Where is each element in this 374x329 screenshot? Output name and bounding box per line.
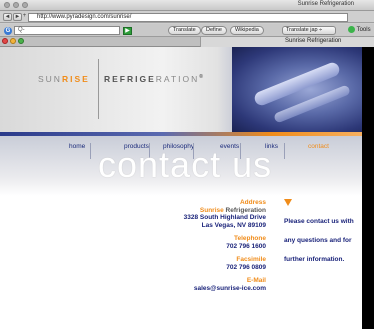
navigation-bar: ◄ ► + http://www.pyradesign.com/sunrise/ (0, 11, 374, 23)
window-controls (4, 2, 28, 8)
contact-message-line: any questions and for (284, 237, 352, 244)
tab-bar-controls (2, 38, 24, 44)
logo-text: SUN (38, 74, 62, 84)
registered-mark: ® (199, 74, 205, 81)
page-title: contact us (98, 144, 273, 185)
address-bar[interactable]: http://www.pyradesign.com/sunrise/ (28, 13, 348, 22)
tab-sunrise-refrigeration[interactable]: Sunrise Refrigeration (200, 37, 374, 47)
yellow-dot-icon[interactable] (10, 38, 16, 44)
company-name-rest: Refrigeration (225, 206, 266, 214)
menu-contact[interactable]: contact (308, 143, 329, 150)
menu-divider (284, 143, 285, 159)
google-icon[interactable]: G (4, 27, 12, 35)
tools-label: Tools (356, 27, 371, 34)
define-button[interactable]: Define (201, 26, 227, 35)
facsimile-value: 702 796 0809 (226, 263, 266, 271)
logo-text: RATION (155, 74, 200, 84)
tools-menu[interactable]: Tools (348, 26, 371, 35)
green-dot-icon[interactable] (18, 38, 24, 44)
facsimile-label: Facsimile (236, 256, 266, 263)
company-name-first: Sunrise (199, 206, 224, 214)
logo-text-bold: REFRIGE (104, 74, 156, 84)
arrow-down-icon (284, 199, 292, 206)
contact-message-line: further information. (284, 256, 345, 263)
telephone-label: Telephone (233, 235, 266, 242)
search-go-button[interactable]: ▶ (123, 27, 132, 35)
logo-divider (98, 59, 99, 119)
zoom-window-button[interactable] (22, 2, 28, 8)
translate-language-select[interactable]: Translate jap ÷ (282, 26, 336, 35)
company-name: Sunrise Refrigeration (120, 207, 266, 215)
right-margin (362, 47, 374, 329)
city-address: Las Vegas, NV 89109 (201, 221, 266, 229)
minimize-window-button[interactable] (13, 2, 19, 8)
contact-message: Please contact us with any questions and… (284, 212, 362, 269)
header-photo (232, 47, 362, 132)
forward-button[interactable]: ► (13, 13, 22, 21)
search-toolbar: G Q- ▶ Translate Define Wikipedia Transl… (0, 24, 374, 37)
url-text: http://www.pyradesign.com/sunrise/ (37, 14, 132, 20)
web-page: SUNRISE REFRIGERATION® home products phi… (0, 47, 362, 329)
title-bar: Sunrise Refrigeration (0, 0, 374, 11)
tab-bar: Sunrise Refrigeration (0, 37, 374, 47)
red-dot-icon[interactable] (2, 38, 8, 44)
back-button[interactable]: ◄ (3, 13, 12, 21)
menu-divider (90, 143, 91, 159)
refrigeration-logo: REFRIGERATION® (104, 74, 205, 84)
contact-details: Address Sunrise Refrigeration 3328 South… (120, 199, 266, 292)
sunrise-logo[interactable]: SUNRISE (38, 74, 90, 84)
header-banner: SUNRISE REFRIGERATION® (0, 47, 362, 132)
google-search-input[interactable]: Q- (14, 26, 120, 35)
address-label: Address (239, 199, 266, 206)
close-window-button[interactable] (4, 2, 10, 8)
street-address: 3328 South Highland Drive (183, 214, 266, 221)
wikipedia-button[interactable]: Wikipedia (230, 26, 264, 35)
add-bookmark-button[interactable]: + (22, 13, 27, 21)
window-title: Sunrise Refrigeration (297, 1, 354, 7)
email-link[interactable]: sales@sunrise-ice.com (120, 285, 266, 293)
menu-home[interactable]: home (69, 143, 85, 150)
email-label: E-Mail (246, 277, 266, 284)
tools-icon (348, 26, 355, 33)
translate-button[interactable]: Translate (168, 26, 201, 35)
telephone-value: 702 796 1600 (226, 242, 266, 250)
logo-text-bold: RISE (61, 74, 90, 84)
contact-message-line: Please contact us with (284, 218, 354, 225)
